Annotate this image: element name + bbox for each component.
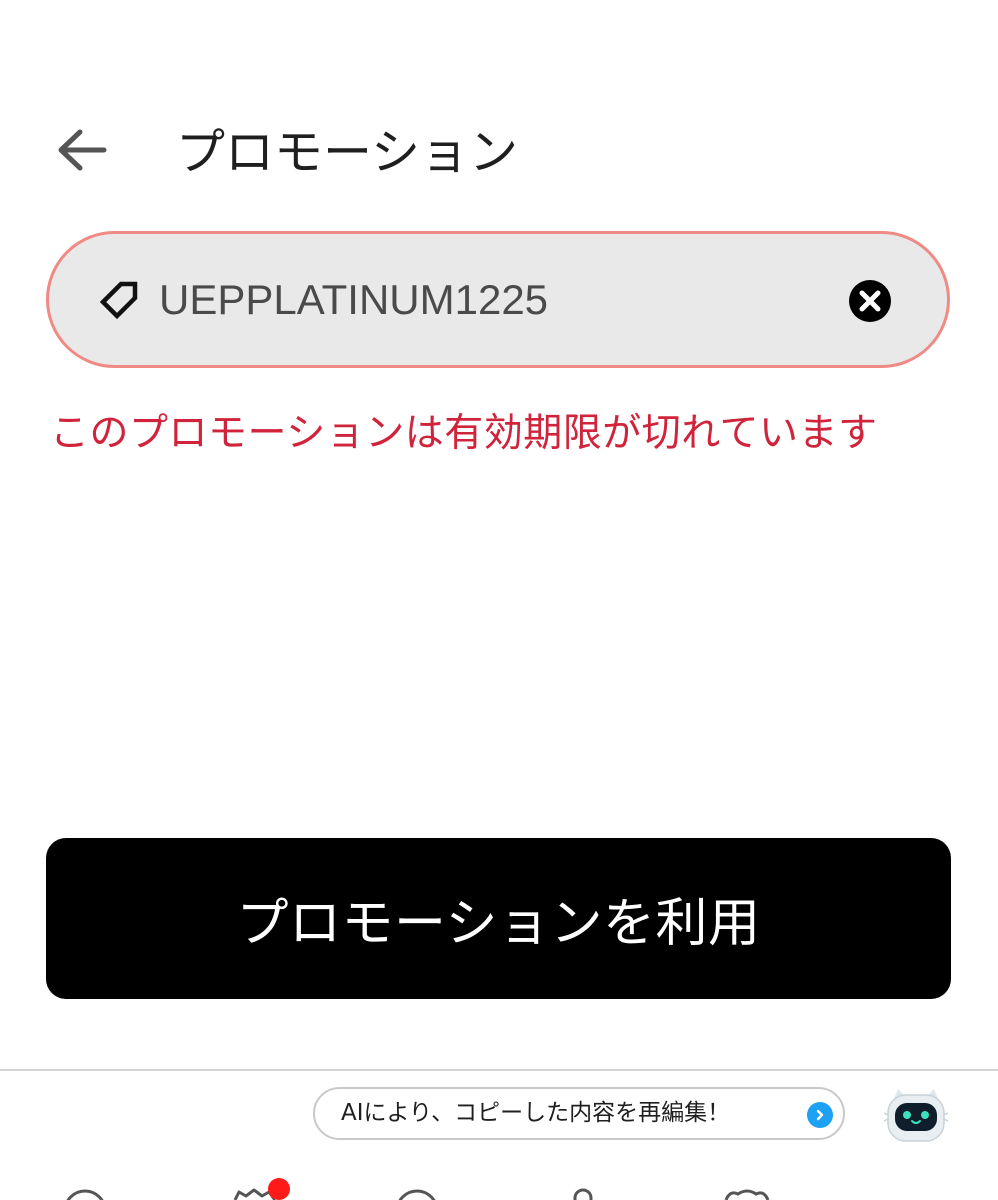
cat-icon[interactable]	[722, 1186, 772, 1200]
error-message: このプロモーションは有効期限が切れています	[50, 411, 878, 456]
back-button[interactable]	[44, 112, 120, 188]
emoji-icon[interactable]	[60, 1186, 110, 1200]
ai-suggestion-pill[interactable]: AIにより、コピーした内容を再編集！	[313, 1087, 845, 1140]
notification-dot	[268, 1178, 290, 1200]
promo-code-input[interactable]	[159, 264, 799, 336]
tag-icon	[99, 281, 138, 320]
robot-cat-icon[interactable]	[884, 1085, 948, 1145]
arrow-left-icon	[58, 129, 107, 171]
promo-code-field[interactable]	[46, 231, 950, 368]
mic-icon[interactable]	[558, 1186, 608, 1200]
page-title: プロモーション	[176, 124, 519, 181]
ai-suggestion-text: AIにより、コピーした内容を再編集！	[341, 1100, 731, 1126]
chevron-right-icon	[807, 1102, 833, 1128]
apply-promotion-label: プロモーションを利用	[236, 894, 761, 954]
apply-promotion-button[interactable]: プロモーションを利用	[46, 838, 951, 999]
keyboard-divider	[0, 1069, 998, 1071]
search-icon[interactable]	[392, 1186, 442, 1200]
close-circle-icon[interactable]	[848, 279, 892, 323]
